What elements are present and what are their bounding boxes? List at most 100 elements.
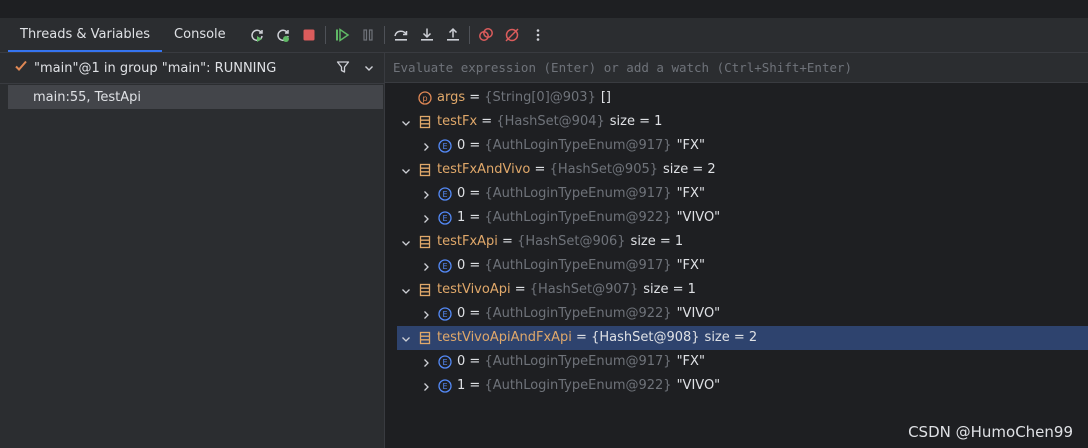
chevron-right-icon[interactable] bbox=[421, 357, 431, 367]
collection-size: size = 2 bbox=[663, 162, 716, 177]
rerun-icon[interactable] bbox=[244, 22, 270, 48]
variable-value: "VIVO" bbox=[676, 210, 721, 225]
variable-row[interactable]: E 0 = {AuthLoginTypeEnum@917} "FX" bbox=[397, 254, 1088, 278]
chevron-right-icon[interactable] bbox=[421, 141, 431, 151]
stop-icon[interactable] bbox=[296, 22, 322, 48]
variable-text: 0 = {AuthLoginTypeEnum@917} "FX" bbox=[457, 186, 705, 202]
mute-breakpoints-icon[interactable] bbox=[499, 22, 525, 48]
resume-icon[interactable] bbox=[329, 22, 355, 48]
field-icon bbox=[418, 283, 432, 297]
variable-row[interactable]: E 1 = {AuthLoginTypeEnum@922} "VIVO" bbox=[397, 374, 1088, 398]
variable-row[interactable]: testFx = {HashSet@904} size = 1 bbox=[397, 110, 1088, 134]
field-icon bbox=[418, 331, 432, 345]
variable-name: testFxAndVivo bbox=[437, 162, 531, 177]
variable-row[interactable]: testFxApi = {HashSet@906} size = 1 bbox=[397, 230, 1088, 254]
variable-value: "VIVO" bbox=[676, 306, 721, 321]
variable-reference: {HashSet@908} bbox=[591, 330, 700, 345]
variable-reference: {AuthLoginTypeEnum@922} bbox=[484, 378, 672, 393]
variable-text: 0 = {AuthLoginTypeEnum@922} "VIVO" bbox=[457, 306, 720, 322]
window-top-strip bbox=[0, 0, 1088, 19]
thread-selector[interactable]: "main"@1 in group "main": RUNNING bbox=[0, 53, 384, 84]
evaluate-bar bbox=[385, 53, 1088, 83]
filter-icon[interactable] bbox=[336, 60, 350, 78]
variable-text: testFx = {HashSet@904} size = 1 bbox=[437, 114, 662, 130]
checkmark-icon bbox=[14, 59, 28, 77]
variable-name: testFx bbox=[437, 114, 478, 129]
equals-sign: = bbox=[465, 258, 485, 273]
evaluate-expression-input[interactable] bbox=[393, 60, 1073, 75]
variable-name: testVivoApi bbox=[437, 282, 511, 297]
enum-icon: E bbox=[438, 211, 452, 225]
step-over-icon[interactable] bbox=[388, 22, 414, 48]
variable-name: args bbox=[437, 90, 466, 105]
variable-row[interactable]: E 0 = {AuthLoginTypeEnum@917} "FX" bbox=[397, 134, 1088, 158]
chevron-down-icon[interactable] bbox=[401, 165, 411, 175]
chevron-right-icon[interactable] bbox=[421, 381, 431, 391]
variable-value: "FX" bbox=[676, 138, 705, 153]
field-icon bbox=[418, 163, 432, 177]
chevron-right-icon[interactable] bbox=[421, 309, 431, 319]
restart-icon[interactable] bbox=[270, 22, 296, 48]
equals-sign: = bbox=[465, 378, 485, 393]
variable-text: 0 = {AuthLoginTypeEnum@917} "FX" bbox=[457, 354, 705, 370]
svg-text:E: E bbox=[442, 142, 447, 151]
variable-row[interactable]: E0 = {AuthLoginTypeEnum@917} "FX" bbox=[397, 182, 1088, 206]
variable-text: 1 = {AuthLoginTypeEnum@922} "VIVO" bbox=[457, 210, 720, 226]
variable-row[interactable]: testVivoApi = {HashSet@907} size = 1 bbox=[397, 278, 1088, 302]
equals-sign: = bbox=[465, 186, 485, 201]
variable-row[interactable]: testVivoApiAndFxApi = {HashSet@908} size … bbox=[397, 326, 1088, 350]
equals-sign: = bbox=[497, 234, 518, 249]
chevron-down-icon[interactable] bbox=[401, 237, 411, 247]
variable-reference: {AuthLoginTypeEnum@917} bbox=[484, 186, 672, 201]
chevron-down-icon[interactable] bbox=[401, 333, 411, 343]
tab-threads-variables[interactable]: Threads & Variables bbox=[8, 18, 163, 52]
equals-sign: = bbox=[530, 162, 550, 177]
enum-icon: E bbox=[438, 355, 452, 369]
svg-text:E: E bbox=[442, 358, 447, 367]
chevron-down-icon[interactable] bbox=[401, 285, 411, 295]
more-icon[interactable] bbox=[525, 22, 551, 48]
variable-text: 0 = {AuthLoginTypeEnum@917} "FX" bbox=[457, 258, 705, 274]
variable-reference: {AuthLoginTypeEnum@922} bbox=[484, 306, 672, 321]
variable-row[interactable]: E1 = {AuthLoginTypeEnum@922} "VIVO" bbox=[397, 206, 1088, 230]
stack-frame-item[interactable]: main:55, TestApi bbox=[8, 85, 383, 109]
view-breakpoints-icon[interactable] bbox=[473, 22, 499, 48]
variable-reference: {HashSet@906} bbox=[517, 234, 626, 249]
svg-text:E: E bbox=[442, 262, 447, 271]
variable-text: 1 = {AuthLoginTypeEnum@922} "VIVO" bbox=[457, 378, 720, 394]
tab-console[interactable]: Console bbox=[162, 18, 238, 52]
variable-row[interactable]: p args = {String[0]@903} [] bbox=[397, 86, 1088, 110]
step-out-icon[interactable] bbox=[440, 22, 466, 48]
toolbar-separator bbox=[468, 26, 470, 44]
collection-size: size = 1 bbox=[609, 114, 663, 129]
chevron-right-icon[interactable] bbox=[421, 213, 431, 223]
svg-text:E: E bbox=[442, 190, 447, 199]
variable-row[interactable]: E0 = {AuthLoginTypeEnum@922} "VIVO" bbox=[397, 302, 1088, 326]
thread-label: "main"@1 in group "main": RUNNING bbox=[34, 60, 277, 76]
chevron-down-icon[interactable] bbox=[401, 117, 411, 127]
variable-row[interactable]: E 0 = {AuthLoginTypeEnum@917} "FX" bbox=[397, 350, 1088, 374]
svg-text:E: E bbox=[442, 382, 447, 391]
enum-icon: E bbox=[438, 307, 452, 321]
variable-value: [] bbox=[600, 90, 612, 105]
variable-row[interactable]: testFxAndVivo = {HashSet@905} size = 2 bbox=[397, 158, 1088, 182]
chevron-right-icon[interactable] bbox=[421, 189, 431, 199]
chevron-down-icon[interactable] bbox=[363, 62, 375, 78]
threads-panel: "main"@1 in group "main": RUNNING main:5… bbox=[0, 53, 385, 448]
field-icon bbox=[418, 235, 432, 249]
equals-sign: = bbox=[465, 354, 485, 369]
chevron-right-icon[interactable] bbox=[421, 261, 431, 271]
toolbar-separator bbox=[383, 26, 385, 44]
toolbar-separator bbox=[324, 26, 326, 44]
variable-value: "FX" bbox=[676, 186, 705, 201]
variable-reference: {AuthLoginTypeEnum@922} bbox=[484, 210, 672, 225]
variable-reference: {AuthLoginTypeEnum@917} bbox=[484, 258, 672, 273]
enum-icon: E bbox=[438, 259, 452, 273]
step-into-icon[interactable] bbox=[414, 22, 440, 48]
variable-text: 0 = {AuthLoginTypeEnum@917} "FX" bbox=[457, 138, 705, 154]
enum-icon: E bbox=[438, 187, 452, 201]
variable-text: testFxAndVivo = {HashSet@905} size = 2 bbox=[437, 162, 716, 178]
equals-sign: = bbox=[465, 138, 485, 153]
variable-text: testFxApi = {HashSet@906} size = 1 bbox=[437, 234, 683, 250]
pause-icon[interactable] bbox=[355, 22, 381, 48]
